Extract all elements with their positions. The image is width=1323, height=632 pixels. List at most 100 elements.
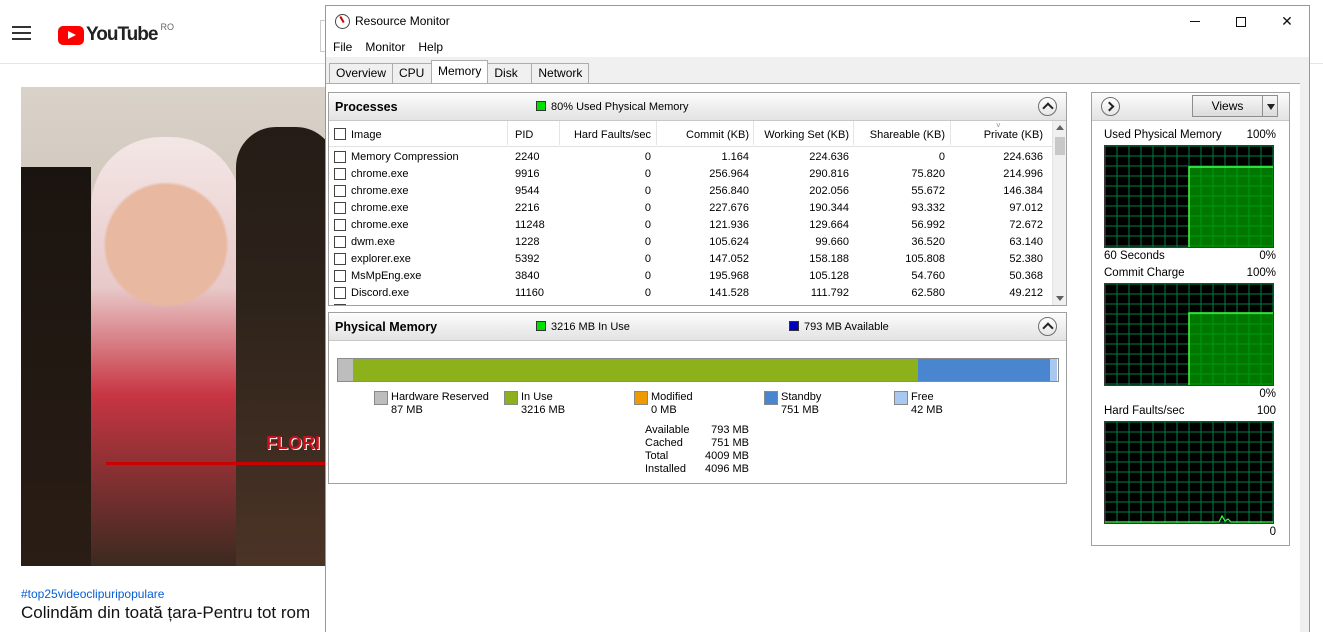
- row-checkbox[interactable]: [334, 202, 346, 214]
- stat-row: Available 793 MB: [645, 424, 749, 437]
- col-pid[interactable]: PID: [515, 129, 533, 141]
- cell-private: 63.140: [1009, 236, 1043, 248]
- dropdown-arrow-icon: [1267, 104, 1275, 110]
- cell-private: 214.996: [1003, 168, 1043, 180]
- col-hard-faults[interactable]: Hard Faults/sec: [561, 129, 651, 141]
- physical-memory-header[interactable]: Physical Memory 3216 MB In Use 793 MB Av…: [329, 313, 1066, 341]
- cell-pid: 9544: [515, 185, 540, 197]
- col-commit[interactable]: Commit (KB): [659, 129, 749, 141]
- cell-private: 224.636: [1003, 151, 1043, 163]
- table-row[interactable]: dwm.exe 1228 0 105.624 99.660 36.520 63.140: [329, 234, 1053, 251]
- table-row[interactable]: chrome.exe 9544 0 256.840 202.056 55.672 146.3…: [329, 183, 1053, 200]
- blue-legend-swatch: [789, 321, 799, 331]
- stat-row: Installed 4096 MB: [645, 463, 749, 476]
- video-hashtag-link[interactable]: #top25videoclipuripopulare: [21, 587, 164, 601]
- memory-bar-segment-hardware-reserved: [338, 359, 353, 381]
- row-checkbox[interactable]: [334, 151, 346, 163]
- cell-working-set: 105.128: [809, 270, 849, 282]
- cell-image: explorer.exe: [351, 253, 411, 265]
- tab-memory[interactable]: Memory: [431, 60, 489, 83]
- menu-file[interactable]: File: [333, 40, 352, 54]
- row-checkbox[interactable]: [334, 168, 346, 180]
- resource-monitor-app-icon[interactable]: [335, 14, 350, 29]
- collapse-physical-memory-icon[interactable]: [1038, 317, 1057, 336]
- legend-swatch: [894, 391, 908, 405]
- scroll-up-icon[interactable]: [1056, 125, 1064, 130]
- video-player[interactable]: FLORI: [21, 87, 326, 566]
- row-checkbox[interactable]: [334, 236, 346, 248]
- select-all-checkbox[interactable]: [334, 128, 346, 140]
- table-row[interactable]: Memory Compression 2240 0 1.164 224.636 0 224.…: [329, 149, 1053, 166]
- maximize-button[interactable]: [1218, 6, 1264, 37]
- youtube-logo[interactable]: YouTube RO: [58, 22, 174, 46]
- col-image[interactable]: Image: [351, 129, 382, 141]
- in-use-indicator: 3216 MB In Use: [536, 321, 630, 333]
- row-checkbox[interactable]: [334, 219, 346, 231]
- cell-working-set: 190.344: [809, 202, 849, 214]
- tab-overview[interactable]: Overview: [329, 63, 394, 83]
- tab-network[interactable]: Network: [531, 63, 590, 83]
- table-row[interactable]: chrome.exe 9916 0 256.964 290.816 75.820 214.9…: [329, 166, 1053, 183]
- stat-value: 4096 MB: [704, 463, 749, 475]
- row-checkbox[interactable]: [334, 253, 346, 265]
- cell-private: 72.672: [1009, 219, 1043, 231]
- row-checkbox[interactable]: [334, 304, 346, 305]
- cell-commit: 141.528: [709, 287, 749, 299]
- cell-commit: 195.968: [709, 270, 749, 282]
- stat-label: Total: [645, 450, 669, 462]
- memory-tab-content: Processes 80% Used Physical Memory Image…: [326, 83, 1309, 632]
- table-row[interactable]: explorer.exe 5392 0 147.052 158.188 105.808 52…: [329, 251, 1053, 268]
- row-checkbox[interactable]: [334, 185, 346, 197]
- cell-commit: 256.840: [709, 185, 749, 197]
- cell-hard-faults: 0: [644, 219, 651, 231]
- menu-help[interactable]: Help: [418, 40, 443, 54]
- menu-bar: File Monitor Help: [326, 37, 1309, 57]
- col-private[interactable]: Private (KB): [953, 129, 1043, 141]
- col-working-set[interactable]: Working Set (KB): [755, 129, 849, 141]
- graph-label: Hard Faults/sec: [1104, 405, 1185, 417]
- graph-svg: [1105, 422, 1273, 523]
- menu-monitor[interactable]: Monitor: [365, 40, 405, 54]
- scroll-thumb[interactable]: [1055, 137, 1065, 155]
- tab-disk[interactable]: Disk: [487, 63, 533, 83]
- title-bar[interactable]: Resource Monitor ✕: [326, 6, 1309, 37]
- table-row[interactable]: Discord.exe 11160 0 141.528 111.792 62.580 49.…: [329, 285, 1053, 302]
- row-checkbox[interactable]: [334, 270, 346, 282]
- cell-pid: 5392: [515, 253, 540, 265]
- table-row[interactable]: chrome.exe 133320 75.104 95.620 49.276 46.344: [329, 302, 1053, 305]
- collapse-processes-icon[interactable]: [1038, 97, 1057, 116]
- legend-value: 87 MB: [391, 404, 423, 416]
- memory-bar-segment-standby: [918, 359, 1050, 381]
- col-shareable[interactable]: Shareable (KB): [855, 129, 945, 141]
- row-checkbox[interactable]: [334, 287, 346, 299]
- tab-cpu[interactable]: CPU: [392, 63, 433, 83]
- tab-strip: Overview CPU Memory Disk Network: [329, 60, 590, 83]
- cell-image: chrome.exe: [351, 202, 409, 214]
- processes-title: Processes: [335, 100, 398, 114]
- cell-pid: 2216: [515, 202, 540, 214]
- graph-block: Hard Faults/sec 100 0: [1104, 405, 1276, 541]
- legend-label: Hardware Reserved: [391, 391, 489, 403]
- maximize-icon: [1236, 16, 1246, 27]
- cell-pid: 11160: [515, 287, 544, 299]
- cell-shareable: 54.760: [911, 270, 945, 282]
- processes-header[interactable]: Processes 80% Used Physical Memory: [329, 93, 1066, 121]
- views-dropdown[interactable]: Views: [1192, 95, 1278, 117]
- video-title: Colindăm din toată țara-Pentru tot rom: [21, 603, 311, 622]
- stat-label: Cached: [645, 437, 683, 449]
- hamburger-menu-icon[interactable]: [12, 26, 32, 40]
- table-row[interactable]: chrome.exe 11248 0 121.936 129.664 56.992 72.6…: [329, 217, 1053, 234]
- table-row[interactable]: MsMpEng.exe 3840 0 195.968 105.128 54.760 50.3…: [329, 268, 1053, 285]
- close-button[interactable]: ✕: [1264, 6, 1310, 37]
- cell-image: chrome.exe: [351, 304, 501, 305]
- cell-pid: 1228: [515, 236, 540, 248]
- cell-commit: 1.164: [721, 151, 749, 163]
- cell-private: 46.344: [953, 304, 1043, 305]
- cell-commit: 105.624: [709, 236, 749, 248]
- processes-scrollbar[interactable]: [1052, 121, 1066, 305]
- minimize-button[interactable]: [1172, 6, 1218, 37]
- used-memory-indicator-text: 80% Used Physical Memory: [551, 101, 689, 113]
- expand-graph-pane-icon[interactable]: [1101, 97, 1120, 116]
- scroll-down-icon[interactable]: [1056, 296, 1064, 301]
- table-row[interactable]: chrome.exe 2216 0 227.676 190.344 93.332 97.01…: [329, 200, 1053, 217]
